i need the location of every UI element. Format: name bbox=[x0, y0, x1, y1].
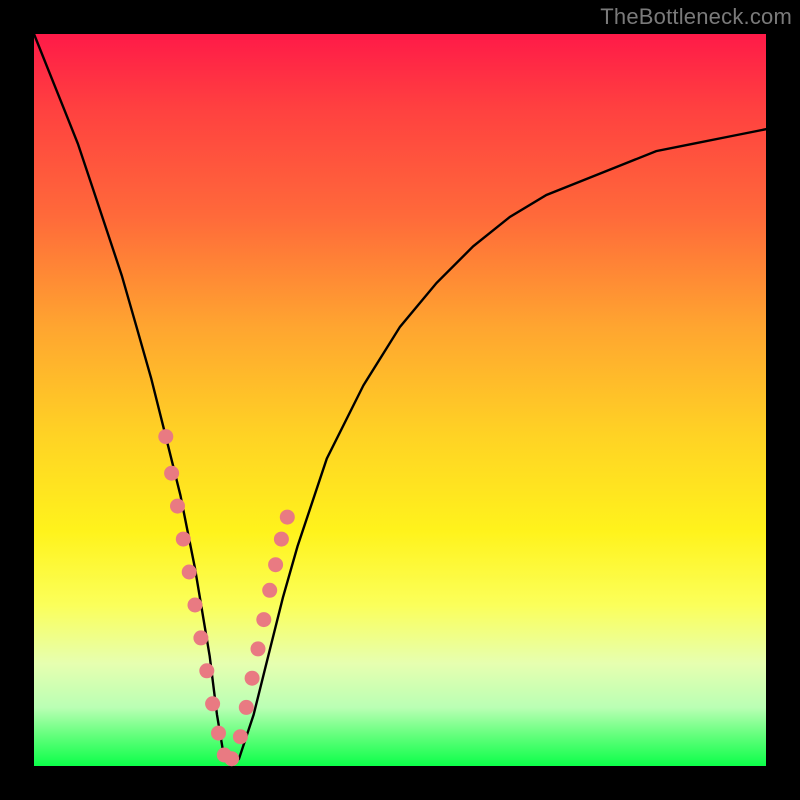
marker-dot bbox=[239, 700, 254, 715]
plot-area bbox=[34, 34, 766, 766]
bottleneck-curve bbox=[34, 34, 766, 766]
marker-dot bbox=[164, 466, 179, 481]
marker-dot bbox=[280, 510, 295, 525]
marker-dot bbox=[268, 557, 283, 572]
marker-dot bbox=[251, 641, 266, 656]
marker-dot bbox=[211, 726, 226, 741]
marker-dot bbox=[224, 751, 239, 766]
marker-dot bbox=[193, 630, 208, 645]
marker-dot bbox=[256, 612, 271, 627]
marker-dot bbox=[205, 696, 220, 711]
watermark-text: TheBottleneck.com bbox=[600, 4, 792, 30]
marker-dot bbox=[245, 671, 260, 686]
chart-frame: TheBottleneck.com bbox=[0, 0, 800, 800]
marker-dot bbox=[199, 663, 214, 678]
marker-dot bbox=[262, 583, 277, 598]
marker-dot bbox=[274, 532, 289, 547]
marker-dot bbox=[176, 532, 191, 547]
marker-layer bbox=[158, 429, 294, 766]
marker-dot bbox=[170, 499, 185, 514]
chart-svg bbox=[34, 34, 766, 766]
marker-dot bbox=[233, 729, 248, 744]
curve-layer bbox=[34, 34, 766, 766]
marker-dot bbox=[158, 429, 173, 444]
marker-dot bbox=[188, 598, 203, 613]
marker-dot bbox=[182, 565, 197, 580]
